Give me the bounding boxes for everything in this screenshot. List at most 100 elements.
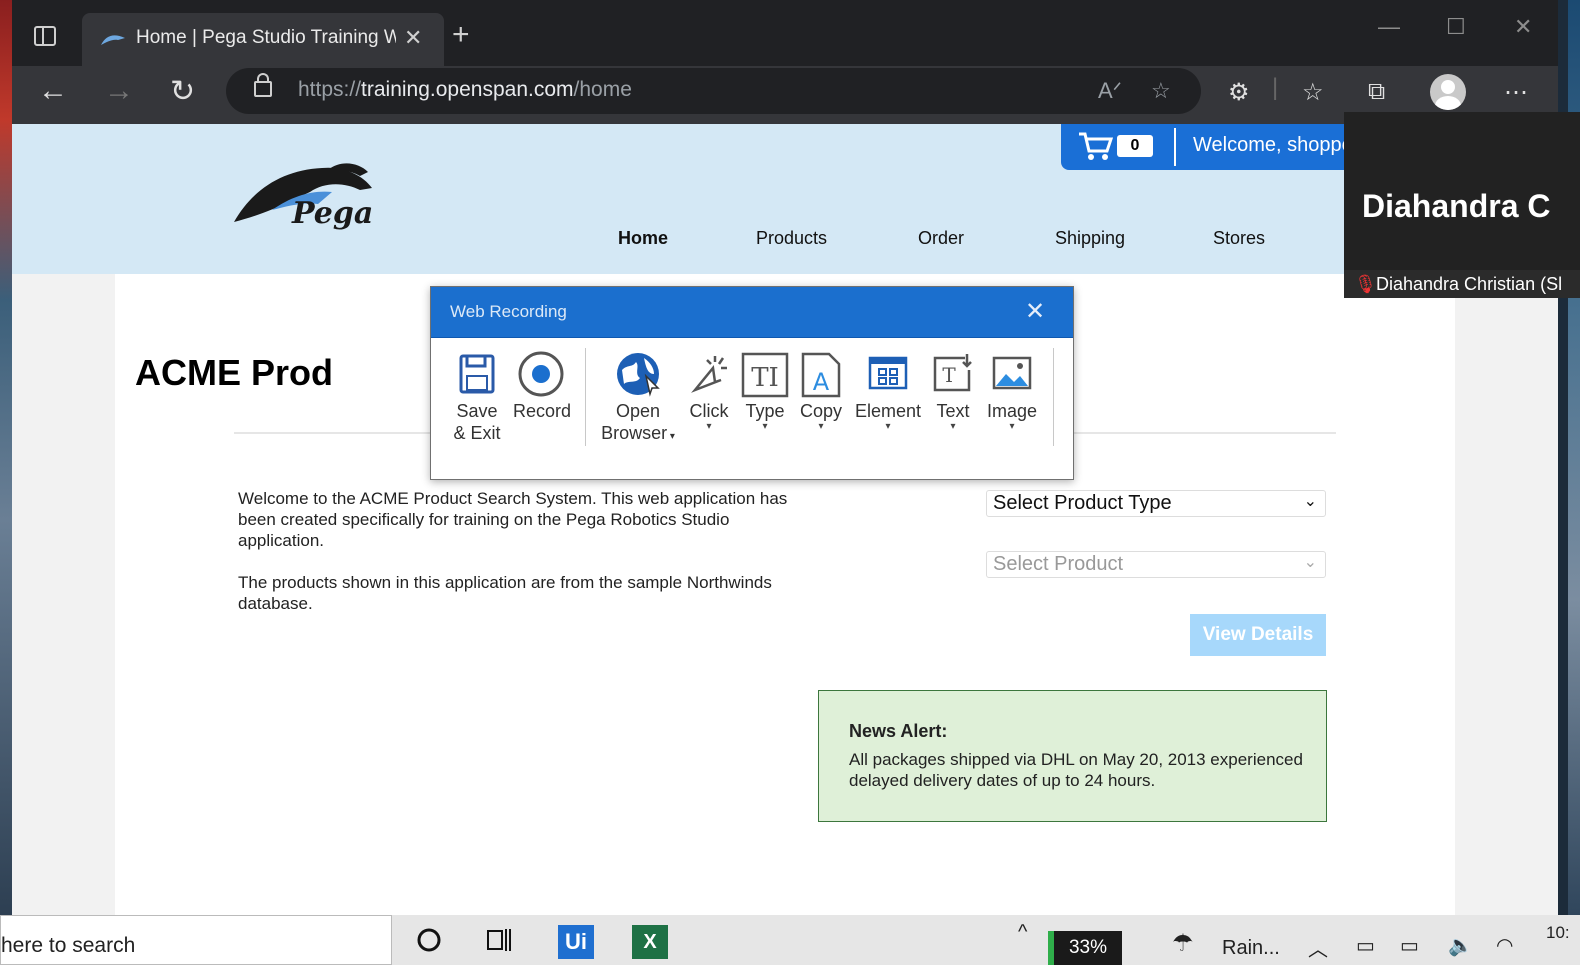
shopping-cart-icon[interactable] bbox=[1077, 131, 1113, 161]
dropdown-arrow-icon: ▾ bbox=[762, 421, 768, 432]
address-bar[interactable]: https://training.openspan.com/home Aᐟ ☆ bbox=[226, 68, 1201, 114]
participant-name: Diahandra C bbox=[1362, 188, 1551, 224]
dialog-title: Web Recording bbox=[450, 302, 567, 321]
new-tab-icon[interactable]: + bbox=[452, 20, 470, 50]
tab-title: Home | Pega Studio Training Web bbox=[136, 27, 396, 48]
close-window-icon[interactable]: ✕ bbox=[1514, 14, 1532, 40]
more-icon[interactable]: ⋯ bbox=[1504, 78, 1528, 107]
element-button[interactable]: Element ▾ bbox=[855, 350, 921, 432]
clock[interactable]: 10: bbox=[1546, 923, 1570, 943]
read-aloud-icon[interactable]: Aᐟ bbox=[1098, 78, 1122, 104]
url-text: https://training.openspan.com/home bbox=[298, 78, 632, 101]
click-cursor-icon bbox=[691, 356, 727, 393]
show-hidden-icon[interactable]: ︿ bbox=[1308, 933, 1328, 962]
nav-stores[interactable]: Stores bbox=[1213, 228, 1265, 249]
taskbar-search-box[interactable]: here to search bbox=[0, 915, 392, 965]
close-tab-icon[interactable]: ✕ bbox=[404, 25, 422, 51]
dropdown-arrow-icon: ▾ bbox=[706, 421, 712, 432]
web-recording-dialog: Web Recording ✕ Save & Exit Record Open … bbox=[430, 286, 1074, 480]
desktop-wallpaper-left bbox=[0, 0, 12, 915]
click-button[interactable]: Click ▾ bbox=[685, 350, 733, 432]
favorites-icon[interactable]: ☆ bbox=[1302, 78, 1324, 107]
excel-app-icon[interactable]: X bbox=[632, 925, 668, 959]
record-icon bbox=[518, 351, 564, 397]
tab-actions-icon[interactable] bbox=[34, 26, 56, 46]
video-call-overlay[interactable]: Diahandra C 🎙 Diahandra Christian (Sl bbox=[1344, 112, 1580, 298]
copy-button[interactable]: A Copy ▾ bbox=[797, 350, 845, 432]
search-placeholder: here to search bbox=[1, 934, 136, 957]
svg-text:T: T bbox=[942, 363, 956, 387]
cortana-icon[interactable] bbox=[416, 927, 442, 953]
nav-products[interactable]: Products bbox=[756, 228, 827, 249]
participant-label: Diahandra Christian (Sl bbox=[1376, 274, 1563, 294]
collections-icon[interactable]: ⧉ bbox=[1368, 78, 1385, 106]
dropdown-arrow-icon: ▾ bbox=[950, 421, 956, 432]
image-button[interactable]: Image ▾ bbox=[985, 350, 1039, 432]
news-alert: News Alert: All packages shipped via DHL… bbox=[818, 690, 1327, 822]
browser-tab[interactable]: Home | Pega Studio Training Web ✕ bbox=[82, 13, 444, 66]
view-details-button[interactable]: View Details bbox=[1190, 614, 1326, 656]
nav-home[interactable]: Home bbox=[618, 228, 668, 249]
cart-bar: 0 Welcome, shopper bbox=[1061, 124, 1361, 170]
nav-shipping[interactable]: Shipping bbox=[1055, 228, 1125, 249]
muted-mic-icon: 🎙 bbox=[1354, 274, 1377, 294]
battery-widget[interactable]: 33% bbox=[1048, 931, 1122, 965]
profile-avatar[interactable] bbox=[1430, 74, 1466, 110]
save-exit-button[interactable]: Save & Exit bbox=[451, 350, 503, 444]
copy-document-icon: A bbox=[801, 352, 841, 398]
extensions-icon[interactable]: ⚙ bbox=[1228, 78, 1250, 107]
text-capture-icon: T bbox=[933, 354, 972, 392]
database-paragraph: The products shown in this application a… bbox=[238, 573, 772, 613]
site-header: Pega 0 Welcome, shopper Home Products Or… bbox=[12, 124, 1558, 274]
dropdown-arrow-icon: ▾ bbox=[1009, 421, 1015, 432]
element-grid-icon bbox=[868, 356, 908, 390]
dropdown-arrow-icon: ▾ bbox=[667, 431, 675, 442]
pega-favicon-icon bbox=[101, 35, 125, 45]
globe-icon bbox=[617, 353, 660, 397]
chevron-down-icon: ⌄ bbox=[1303, 554, 1317, 571]
wifi-icon[interactable]: ◠ bbox=[1496, 933, 1513, 958]
news-body: All packages shipped via DHL on May 20, … bbox=[849, 750, 1303, 790]
pega-logo[interactable]: Pega bbox=[232, 160, 392, 234]
uipath-app-icon[interactable]: Ui bbox=[558, 925, 594, 959]
welcome-text: Welcome, shopper bbox=[1193, 134, 1360, 156]
tab-bar: Home | Pega Studio Training Web ✕ + — ☐ … bbox=[12, 0, 1558, 66]
intro-paragraph: Welcome to the ACME Product Search Syste… bbox=[238, 489, 788, 550]
weather-text[interactable]: Rain... bbox=[1222, 937, 1280, 960]
weather-icon: ☂ bbox=[1172, 930, 1194, 957]
dropdown-arrow-icon: ▾ bbox=[818, 421, 824, 432]
text-button[interactable]: T Text ▾ bbox=[929, 350, 977, 432]
browser-toolbar: ← → ↻ https://training.openspan.com/home… bbox=[12, 66, 1558, 124]
nav-order[interactable]: Order bbox=[918, 228, 964, 249]
image-icon bbox=[992, 356, 1032, 390]
type-button[interactable]: TI Type ▾ bbox=[741, 350, 789, 432]
close-icon[interactable]: ✕ bbox=[1025, 297, 1045, 326]
product-type-select[interactable]: Select Product Type ⌄ bbox=[986, 490, 1326, 517]
logo-text: Pega bbox=[292, 196, 374, 231]
chevron-down-icon: ⌄ bbox=[1303, 493, 1317, 510]
volume-icon[interactable]: 🔈 bbox=[1448, 933, 1473, 958]
chevron-up-icon[interactable]: ^ bbox=[1018, 921, 1027, 944]
battery-icon[interactable]: ▭ bbox=[1400, 933, 1419, 958]
forward-icon[interactable]: → bbox=[104, 74, 134, 108]
svg-text:A: A bbox=[813, 368, 830, 396]
add-favorite-icon[interactable]: ☆ bbox=[1151, 78, 1171, 104]
dialog-titlebar[interactable]: Web Recording ✕ bbox=[431, 287, 1073, 337]
svg-text:TI: TI bbox=[751, 363, 779, 393]
refresh-icon[interactable]: ↻ bbox=[170, 74, 195, 109]
lock-icon bbox=[254, 73, 272, 97]
back-icon[interactable]: ← bbox=[38, 74, 68, 108]
product-select[interactable]: Select Product ⌄ bbox=[986, 551, 1326, 578]
windows-taskbar: here to search Ui X ^ 33% ☂ Rain... ︿ ▭ … bbox=[0, 915, 1580, 965]
record-button[interactable]: Record bbox=[513, 350, 571, 422]
type-text-icon: TI bbox=[741, 352, 789, 398]
maximize-icon[interactable]: ☐ bbox=[1446, 14, 1466, 40]
minimize-icon[interactable]: — bbox=[1378, 14, 1400, 40]
cart-count-badge: 0 bbox=[1117, 135, 1153, 157]
save-icon bbox=[459, 354, 495, 394]
news-title: News Alert: bbox=[849, 721, 948, 741]
open-browser-button[interactable]: Open Browser ▾ bbox=[599, 350, 677, 448]
dropdown-arrow-icon: ▾ bbox=[885, 421, 891, 432]
task-view-icon[interactable] bbox=[486, 927, 514, 953]
meet-now-icon[interactable]: ▭ bbox=[1356, 933, 1375, 958]
